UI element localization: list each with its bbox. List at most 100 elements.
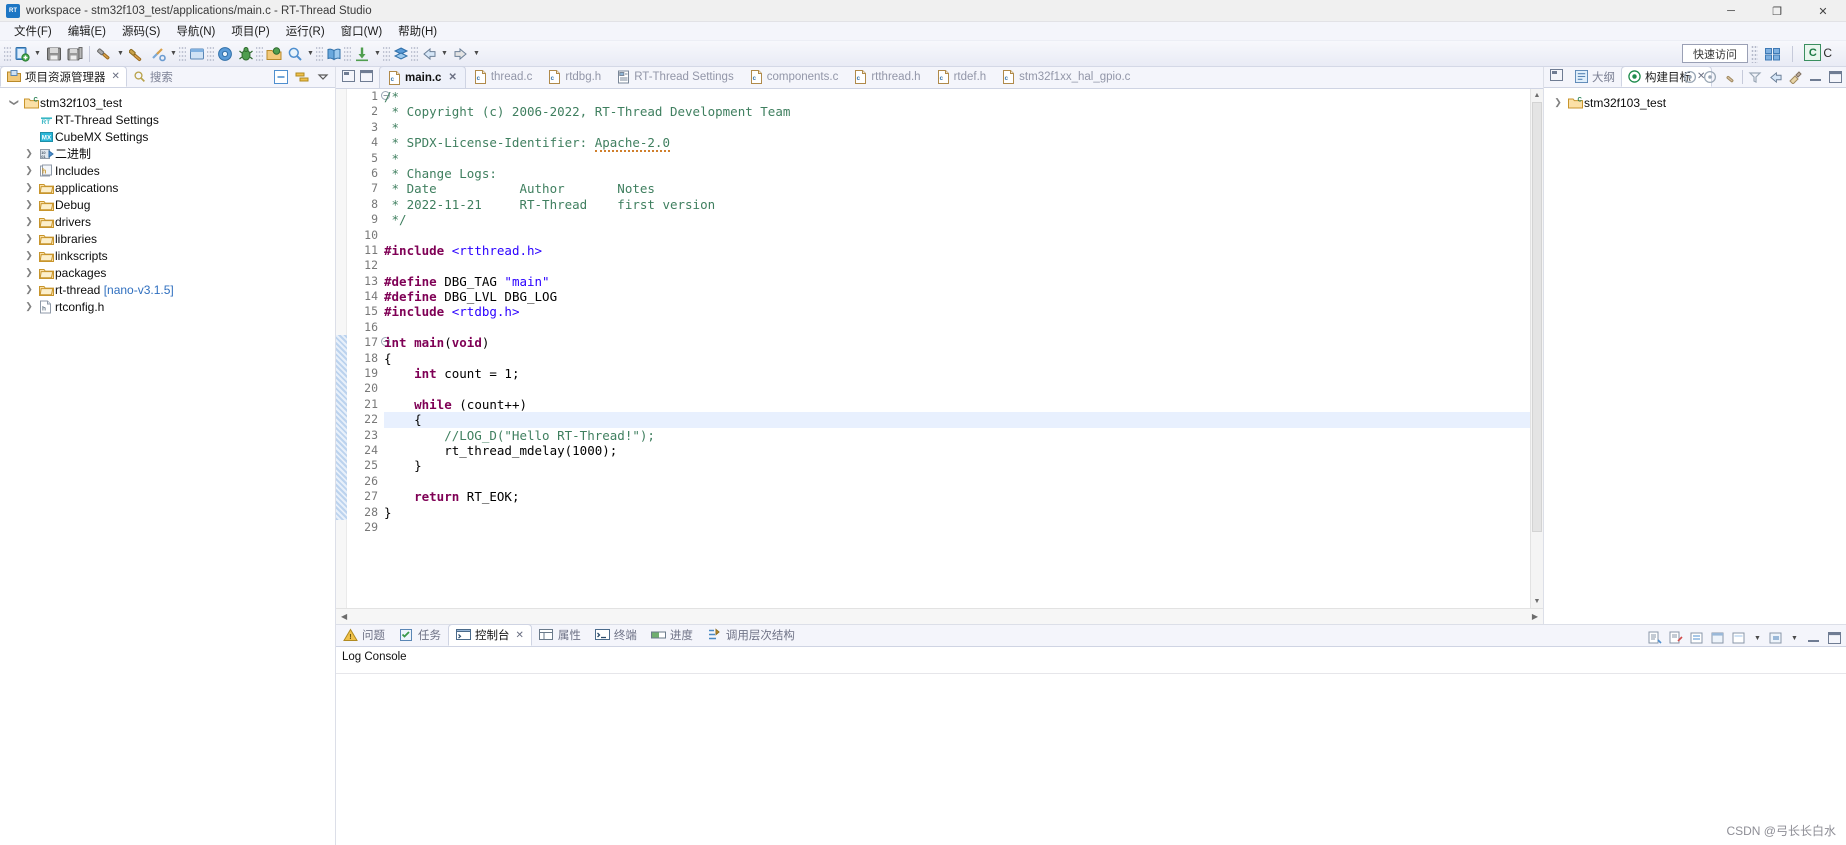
save-icon[interactable] xyxy=(43,44,64,64)
console-display-selected-icon[interactable] xyxy=(1731,630,1747,646)
console-scroll-lock-icon[interactable] xyxy=(1689,630,1705,646)
editor-tab-rtthread-h[interactable]: c rtthread.h xyxy=(846,66,928,88)
scroll-down-icon[interactable]: ▼ xyxy=(1531,595,1543,608)
console-open-icon[interactable] xyxy=(1768,630,1784,646)
code-line[interactable]: * xyxy=(384,151,1543,166)
forward-arrow-icon[interactable] xyxy=(450,44,471,64)
scroll-left-icon[interactable]: ◀ xyxy=(336,612,352,621)
download-arrow-icon[interactable] xyxy=(351,44,372,64)
close-icon[interactable]: ✕ xyxy=(516,630,524,641)
menu-help[interactable]: 帮助(H) xyxy=(390,22,445,40)
twisty-collapsed-icon[interactable]: ❯ xyxy=(21,199,37,210)
close-icon[interactable]: ✕ xyxy=(448,72,456,83)
console-tab-problems[interactable]: ! 问题 xyxy=(336,624,392,646)
maximize-editor-icon[interactable] xyxy=(360,70,373,85)
close-icon[interactable]: ✕ xyxy=(112,71,120,82)
editor-horizontal-scrollbar[interactable]: ◀ ▶ xyxy=(336,608,1543,624)
code-line[interactable]: { xyxy=(384,351,1543,366)
tree-item[interactable]: ❯ drivers xyxy=(0,213,335,230)
code-line[interactable]: #define DBG_TAG "main" xyxy=(384,274,1543,289)
tree-item[interactable]: ❯ Cstm32f103_test xyxy=(0,94,335,111)
minimize-button[interactable]: ─ xyxy=(1708,0,1754,22)
console-clear-icon[interactable] xyxy=(1668,630,1684,646)
twisty-collapsed-icon[interactable]: ❯ xyxy=(21,267,37,278)
code-line[interactable]: #define DBG_LVL DBG_LOG xyxy=(384,289,1543,304)
twisty-collapsed-icon[interactable]: ❯ xyxy=(21,250,37,261)
build-dropdown-icon[interactable]: ▼ xyxy=(115,44,126,64)
build-target-clean-icon[interactable] xyxy=(1787,69,1803,85)
editor-tab-rt-thread-settings[interactable]: RT-Thread Settings xyxy=(609,66,742,88)
twisty-collapsed-icon[interactable]: ❯ xyxy=(21,233,37,244)
documentation-book-icon[interactable] xyxy=(323,44,344,64)
toolbar-drag-handle-7[interactable] xyxy=(383,44,390,63)
build-hammer-icon[interactable] xyxy=(94,44,115,64)
console-output[interactable]: Log Console xyxy=(336,647,1846,845)
code-line[interactable] xyxy=(384,228,1543,243)
restore-icon[interactable] xyxy=(342,70,355,85)
toolbar-drag-handle-2[interactable] xyxy=(179,44,186,63)
build-all-icon[interactable] xyxy=(126,44,147,64)
collapse-all-icon[interactable] xyxy=(273,69,289,85)
tree-item[interactable]: ❯ 10 01 二进制 xyxy=(0,145,335,162)
code-line[interactable]: * 2022-11-21 RT-Thread first version xyxy=(384,197,1543,212)
code-line[interactable]: } xyxy=(384,505,1543,520)
toolbar-drag-handle-6[interactable] xyxy=(344,44,351,63)
code-editor[interactable]: 1−2 3 4 5 6 7 8 9 10 11 12 13 14 15 16 17−18 19 20 21 22 23 2… xyxy=(336,89,1543,608)
tree-item[interactable]: ❯ applications xyxy=(0,179,335,196)
code-line[interactable]: * Copyright (c) 2006-2022, RT-Thread Dev… xyxy=(384,104,1543,119)
editor-vertical-scrollbar[interactable]: ▲ ▼ xyxy=(1530,89,1543,608)
twisty-collapsed-icon[interactable]: ❯ xyxy=(1550,97,1566,108)
console-display-dropdown-icon[interactable]: ▼ xyxy=(1752,628,1763,648)
minimize-panel-icon[interactable] xyxy=(1805,630,1821,646)
tree-item[interactable]: ❯ linkscripts xyxy=(0,247,335,264)
code-line[interactable] xyxy=(384,381,1543,396)
menu-source[interactable]: 源码(S) xyxy=(114,22,168,40)
twisty-collapsed-icon[interactable]: ❯ xyxy=(21,182,37,193)
code-line[interactable]: rt_thread_mdelay(1000); xyxy=(384,443,1543,458)
code-line[interactable]: /* xyxy=(384,89,1543,104)
source-code[interactable]: /* * Copyright (c) 2006-2022, RT-Thread … xyxy=(381,89,1543,608)
maximize-button[interactable]: ❐ xyxy=(1754,0,1800,22)
toolbar-drag-handle-4[interactable] xyxy=(256,44,263,63)
console-open-dropdown-icon[interactable]: ▼ xyxy=(1789,628,1800,648)
build-configure-dropdown-icon[interactable]: ▼ xyxy=(168,44,179,64)
code-line[interactable]: { xyxy=(384,412,1543,428)
tree-item[interactable]: ❯ h Includes xyxy=(0,162,335,179)
scroll-up-icon[interactable]: ▲ xyxy=(1531,89,1543,102)
console-tab-terminal[interactable]: 终端 xyxy=(588,624,644,646)
maximize-panel-icon[interactable] xyxy=(1826,630,1842,646)
download-dropdown-icon[interactable]: ▼ xyxy=(372,44,383,64)
code-line[interactable]: * Change Logs: xyxy=(384,166,1543,181)
code-line[interactable]: * SPDX-License-Identifier: Apache-2.0 xyxy=(384,135,1543,153)
build-target-hammer-icon[interactable] xyxy=(1722,69,1738,85)
menu-edit[interactable]: 编辑(E) xyxy=(60,22,114,40)
editor-tab-stm32f1xx-hal-gpio-c[interactable]: c stm32f1xx_hal_gpio.c xyxy=(994,66,1138,88)
console-pin-icon[interactable] xyxy=(1710,630,1726,646)
tree-item[interactable]: ❯ Debug xyxy=(0,196,335,213)
tree-item[interactable]: ❯ packages xyxy=(0,264,335,281)
code-line[interactable] xyxy=(384,520,1543,535)
editor-tab-main-c[interactable]: c main.c ✕ xyxy=(379,66,466,88)
tab-search[interactable]: 搜索 xyxy=(127,66,179,87)
new-file-icon[interactable] xyxy=(11,44,32,64)
code-line[interactable] xyxy=(384,258,1543,273)
tree-item[interactable]: ❯ libraries xyxy=(0,230,335,247)
perspective-drag-handle[interactable] xyxy=(1751,45,1758,63)
forward-dropdown-icon[interactable]: ▼ xyxy=(471,44,482,64)
code-line[interactable]: int main(void) xyxy=(384,335,1543,350)
editor-tab-components-c[interactable]: c components.c xyxy=(742,66,847,88)
scrollbar-thumb[interactable] xyxy=(1532,102,1542,532)
tab-outline[interactable]: 大纲 xyxy=(1569,66,1621,87)
toolbar-drag-handle-8[interactable] xyxy=(411,44,418,63)
menu-run[interactable]: 运行(R) xyxy=(278,22,333,40)
code-line[interactable]: #include <rtthread.h> xyxy=(384,243,1543,258)
menu-project[interactable]: 项目(P) xyxy=(223,22,277,40)
back-dropdown-icon[interactable]: ▼ xyxy=(439,44,450,64)
twisty-collapsed-icon[interactable]: ❯ xyxy=(21,284,37,295)
maximize-panel-icon[interactable] xyxy=(1827,69,1843,85)
folding-margin[interactable] xyxy=(336,89,347,608)
layers-icon[interactable] xyxy=(390,44,411,64)
scroll-right-icon[interactable]: ▶ xyxy=(1527,612,1543,621)
debug-bug-icon[interactable] xyxy=(235,44,256,64)
link-with-editor-icon[interactable] xyxy=(294,69,310,85)
